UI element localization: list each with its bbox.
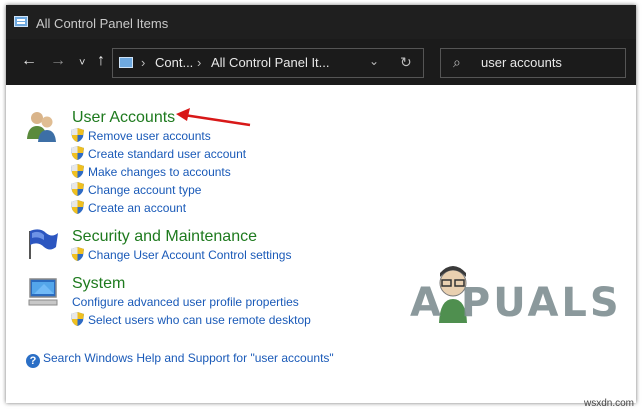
link-create-standard-user-account[interactable]: Create standard user account (88, 147, 246, 161)
uac-shield-icon (71, 200, 84, 214)
annotation-arrow (176, 108, 251, 127)
title-bar: All Control Panel Items (6, 5, 636, 39)
recent-locations-button[interactable]: ˅ (79, 53, 85, 73)
search-box[interactable]: ⌕ user accounts (440, 48, 626, 78)
window-title: All Control Panel Items (36, 16, 169, 31)
watermark-text: A PUALS (410, 280, 622, 326)
category-title-user-accounts[interactable]: User Accounts (72, 109, 175, 127)
link-change-uac-settings[interactable]: Change User Account Control settings (88, 248, 291, 262)
forward-button[interactable]: → (50, 51, 66, 71)
category-title-system[interactable]: System (72, 275, 125, 293)
breadcrumb-separator[interactable]: › (141, 55, 145, 70)
help-search-label[interactable]: Search Windows Help and Support for "use… (43, 351, 334, 365)
breadcrumb-control-panel[interactable]: Cont... (155, 55, 193, 70)
results-pane: User Accounts Remove user accounts Creat… (6, 85, 636, 403)
explorer-window: All Control Panel Items ← → ˅ ↑ › Cont..… (6, 5, 636, 403)
control-panel-icon (14, 16, 28, 27)
navigation-bar: ← → ˅ ↑ › Cont... › All Control Panel It… (6, 39, 636, 85)
breadcrumb-separator[interactable]: › (197, 55, 201, 70)
back-button[interactable]: ← (21, 51, 37, 71)
category-title-security-and-maintenance[interactable]: Security and Maintenance (72, 228, 257, 246)
computer-icon (28, 278, 58, 306)
link-configure-advanced-user-profile[interactable]: Configure advanced user profile properti… (72, 295, 299, 309)
help-icon: ? (26, 354, 40, 368)
link-change-account-type[interactable]: Change account type (88, 183, 201, 197)
uac-shield-icon (71, 146, 84, 160)
help-search-link[interactable]: ? Search Windows Help and Support for "us… (26, 351, 334, 368)
link-remove-user-accounts[interactable]: Remove user accounts (88, 129, 211, 143)
link-create-an-account[interactable]: Create an account (88, 201, 186, 215)
breadcrumb-all-items[interactable]: All Control Panel It... (211, 55, 330, 70)
users-icon (27, 112, 56, 142)
search-icon: ⌕ (453, 54, 461, 70)
flag-icon (29, 229, 58, 259)
address-bar[interactable]: › Cont... › All Control Panel It... ⌄ ↻ (112, 48, 424, 78)
up-button[interactable]: ↑ (97, 51, 105, 71)
site-watermark: wsxdn.com (583, 398, 634, 409)
address-dropdown-button[interactable]: ⌄ (369, 54, 379, 68)
uac-shield-icon (71, 312, 84, 326)
refresh-button[interactable]: ↻ (400, 54, 412, 71)
uac-shield-icon (71, 247, 84, 261)
search-input-value[interactable]: user accounts (481, 55, 562, 70)
link-make-changes-to-accounts[interactable]: Make changes to accounts (88, 165, 231, 179)
link-select-remote-desktop-users[interactable]: Select users who can use remote desktop (88, 313, 311, 327)
control-panel-icon (119, 57, 133, 68)
uac-shield-icon (71, 182, 84, 196)
uac-shield-icon (71, 128, 84, 142)
uac-shield-icon (71, 164, 84, 178)
